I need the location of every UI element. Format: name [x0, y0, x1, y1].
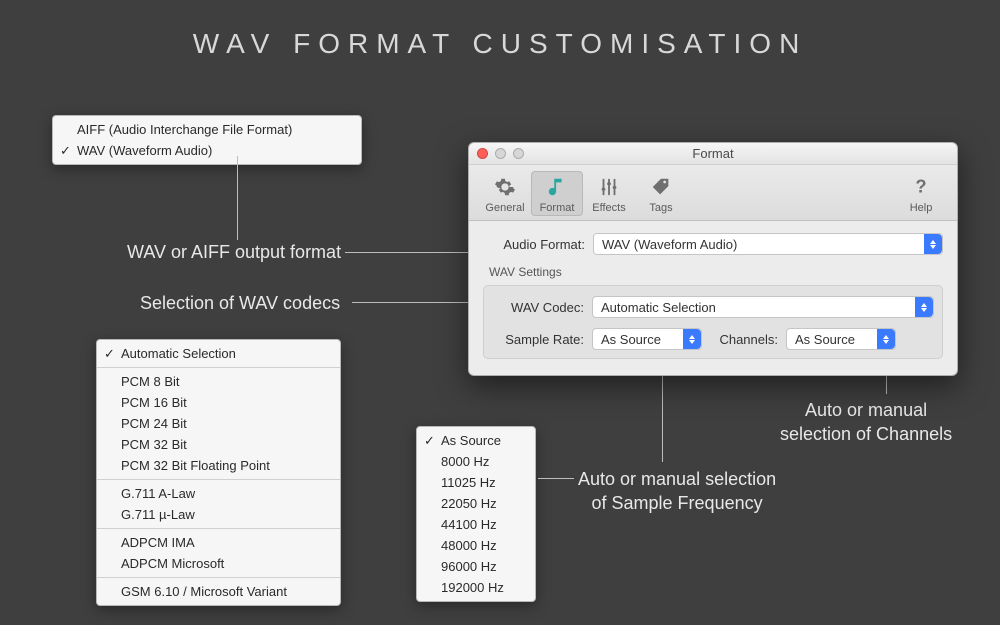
zoom-button[interactable] [513, 148, 524, 159]
chevron-updown-icon [915, 297, 933, 317]
tab-label: General [479, 202, 531, 214]
codec-option[interactable]: PCM 24 Bit [97, 413, 340, 434]
minimize-button[interactable] [495, 148, 506, 159]
wav-codec-label: WAV Codec: [492, 300, 592, 315]
rate-option[interactable]: 192000 Hz [417, 577, 535, 598]
close-button[interactable] [477, 148, 488, 159]
tab-label: Effects [583, 202, 635, 214]
format-option-aiff[interactable]: AIFF (Audio Interchange File Format) [53, 119, 361, 140]
svg-text:?: ? [915, 176, 926, 197]
anno-line: of Sample Frequency [592, 493, 763, 513]
annotation-sample-rate: Auto or manual selection of Sample Frequ… [578, 467, 776, 516]
rate-option[interactable]: 44100 Hz [417, 514, 535, 535]
select-value: WAV (Waveform Audio) [594, 237, 924, 252]
rate-option[interactable]: 96000 Hz [417, 556, 535, 577]
rate-option[interactable]: As Source [417, 430, 535, 451]
sample-rate-dropdown-menu[interactable]: As Source 8000 Hz 11025 Hz 22050 Hz 4410… [416, 426, 536, 602]
channels-label: Channels: [702, 332, 786, 347]
window-body: Audio Format: WAV (Waveform Audio) WAV S… [469, 221, 957, 375]
chevron-updown-icon [924, 234, 942, 254]
sample-rate-label: Sample Rate: [492, 332, 592, 347]
anno-line: selection of Channels [780, 424, 952, 444]
window-traffic-lights [477, 148, 524, 159]
menu-separator [97, 479, 340, 480]
codec-option[interactable]: GSM 6.10 / Microsoft Variant [97, 581, 340, 602]
connector-line [345, 252, 483, 253]
tab-label: Format [531, 202, 583, 214]
chevron-updown-icon [683, 329, 701, 349]
rate-option[interactable]: 11025 Hz [417, 472, 535, 493]
tab-tags[interactable]: Tags [635, 171, 687, 216]
tab-label: Tags [635, 202, 687, 214]
anno-line: Auto or manual selection [578, 469, 776, 489]
codec-option[interactable]: PCM 16 Bit [97, 392, 340, 413]
channels-select[interactable]: As Source [786, 328, 896, 350]
tab-format[interactable]: Format [531, 171, 583, 216]
select-value: Automatic Selection [593, 300, 915, 315]
select-value: As Source [593, 332, 683, 347]
menu-separator [97, 367, 340, 368]
annotation-codec: Selection of WAV codecs [140, 293, 340, 314]
anno-line: Auto or manual [805, 400, 927, 420]
codec-option[interactable]: G.711 µ-Law [97, 504, 340, 525]
tab-general[interactable]: General [479, 171, 531, 216]
codec-option[interactable]: ADPCM Microsoft [97, 553, 340, 574]
wav-settings-heading: WAV Settings [489, 265, 943, 279]
rate-option[interactable]: 48000 Hz [417, 535, 535, 556]
gear-icon [479, 174, 531, 200]
annotation-channels: Auto or manual selection of Channels [780, 398, 952, 447]
tag-icon [635, 174, 687, 200]
help-label: Help [895, 202, 947, 214]
sliders-icon [583, 174, 635, 200]
codec-option[interactable]: ADPCM IMA [97, 532, 340, 553]
connector-line [352, 302, 483, 303]
wav-codec-select[interactable]: Automatic Selection [592, 296, 934, 318]
question-icon: ? [895, 174, 947, 200]
format-window: Format General Format Effects Tags [468, 142, 958, 376]
rate-option[interactable]: 22050 Hz [417, 493, 535, 514]
select-value: As Source [787, 332, 877, 347]
window-toolbar: General Format Effects Tags ? Help [469, 165, 957, 221]
connector-line [237, 156, 238, 240]
codec-option[interactable]: PCM 32 Bit Floating Point [97, 455, 340, 476]
codec-option[interactable]: G.711 A-Law [97, 483, 340, 504]
audio-format-select[interactable]: WAV (Waveform Audio) [593, 233, 943, 255]
codec-option[interactable]: PCM 8 Bit [97, 371, 340, 392]
audio-format-label: Audio Format: [483, 237, 593, 252]
codec-dropdown-menu[interactable]: Automatic Selection PCM 8 Bit PCM 16 Bit… [96, 339, 341, 606]
chevron-updown-icon [877, 329, 895, 349]
page-title: WAV FORMAT CUSTOMISATION [0, 28, 1000, 60]
window-title: Format [692, 146, 733, 161]
menu-separator [97, 577, 340, 578]
wav-settings-group: WAV Codec: Automatic Selection Sample Ra… [483, 285, 943, 359]
help-button[interactable]: ? Help [895, 171, 947, 216]
tab-effects[interactable]: Effects [583, 171, 635, 216]
codec-option[interactable]: PCM 32 Bit [97, 434, 340, 455]
sample-rate-select[interactable]: As Source [592, 328, 702, 350]
menu-separator [97, 528, 340, 529]
annotation-format: WAV or AIFF output format [127, 242, 341, 263]
rate-option[interactable]: 8000 Hz [417, 451, 535, 472]
connector-line [538, 478, 574, 479]
format-dropdown-menu[interactable]: AIFF (Audio Interchange File Format) WAV… [52, 115, 362, 165]
music-note-icon [531, 174, 583, 200]
codec-option-auto[interactable]: Automatic Selection [97, 343, 340, 364]
format-option-wav[interactable]: WAV (Waveform Audio) [53, 140, 361, 161]
window-titlebar: Format [469, 143, 957, 165]
